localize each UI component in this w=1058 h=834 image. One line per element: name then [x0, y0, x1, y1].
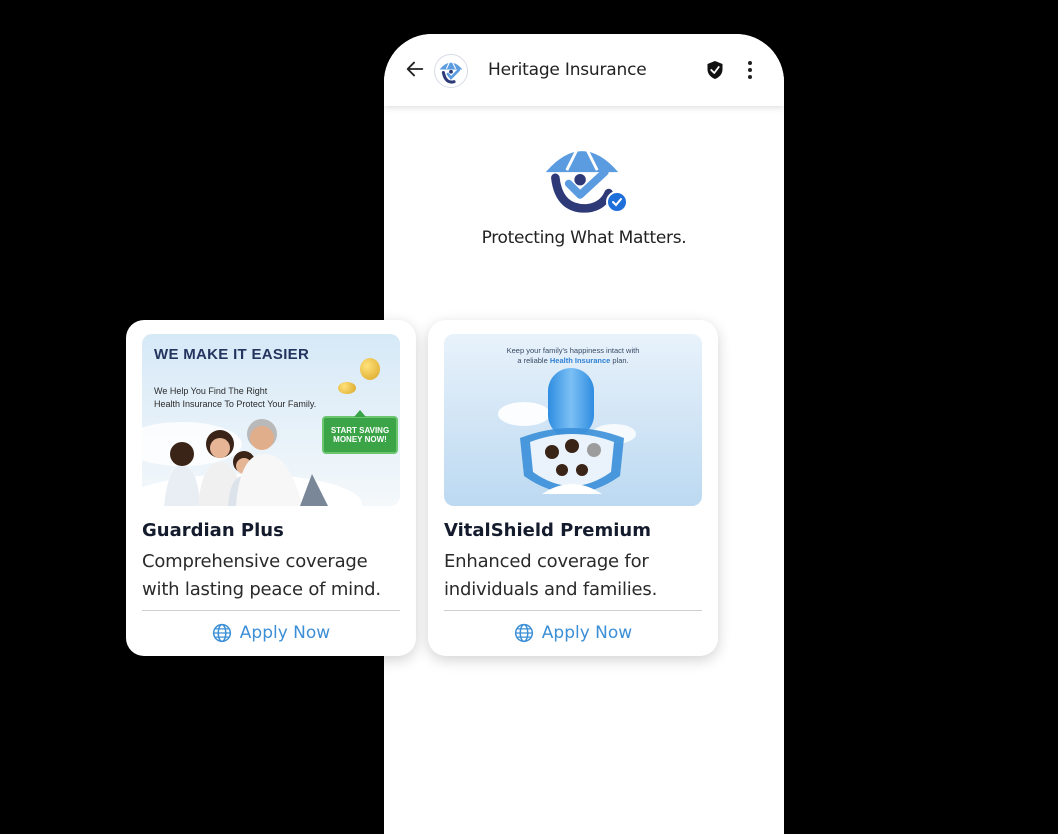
apply-label: Apply Now	[541, 623, 633, 643]
chat-title: Heritage Insurance	[488, 60, 647, 80]
promo-headline: WE MAKE IT EASIER	[154, 346, 310, 363]
promo-line-text: a reliable	[517, 356, 550, 365]
promo-line: Keep your family's happiness intact with	[506, 346, 640, 355]
globe-icon	[514, 623, 533, 643]
badge-line: MONEY NOW!	[333, 435, 387, 444]
promo-line: We Help You Find The Right	[154, 386, 268, 396]
card-title: Guardian Plus	[142, 520, 284, 541]
card-description: Enhanced coverage for individuals and fa…	[444, 551, 658, 600]
promo-line: a reliable Health Insurance plan.	[444, 356, 702, 365]
divider	[444, 610, 702, 611]
promo-line-highlight: Health Insurance	[549, 356, 611, 365]
app-header: Heritage Insurance	[384, 34, 784, 106]
arrow-left-icon[interactable]	[404, 58, 426, 80]
shield-check-icon[interactable]	[706, 60, 724, 80]
promo-line: Health Insurance To Protect Your Family.	[154, 399, 317, 409]
divider	[142, 610, 400, 611]
check-icon	[612, 198, 622, 207]
apply-now-button[interactable]: Apply Now	[428, 618, 718, 648]
badge-line: START SAVING	[330, 426, 390, 435]
card-title: VitalShield Premium	[444, 520, 651, 541]
business-tagline: Protecting What Matters.	[481, 228, 687, 248]
apply-now-button[interactable]: Apply Now	[126, 618, 416, 648]
apply-label: Apply Now	[239, 623, 331, 643]
coin-icon	[338, 382, 356, 394]
more-vertical-icon[interactable]	[744, 60, 756, 80]
offer-card[interactable]: WE MAKE IT EASIER We Help You Find The R…	[126, 320, 416, 656]
umbrella-person-logo	[439, 57, 463, 84]
coin-icon	[360, 358, 380, 380]
save-badge: START SAVING MONEY NOW!	[322, 410, 398, 454]
card-description: Comprehensive coverage with lasting peac…	[142, 551, 381, 600]
promo-line-text: plan.	[610, 356, 629, 365]
promo-image: WE MAKE IT EASIER We Help You Find The R…	[142, 334, 400, 506]
verified-badge	[606, 191, 628, 213]
globe-icon	[212, 623, 231, 643]
offer-card[interactable]: Keep your family's happiness intact with…	[428, 320, 718, 656]
promo-image: Keep your family's happiness intact with…	[444, 334, 702, 506]
avatar[interactable]	[434, 54, 468, 88]
